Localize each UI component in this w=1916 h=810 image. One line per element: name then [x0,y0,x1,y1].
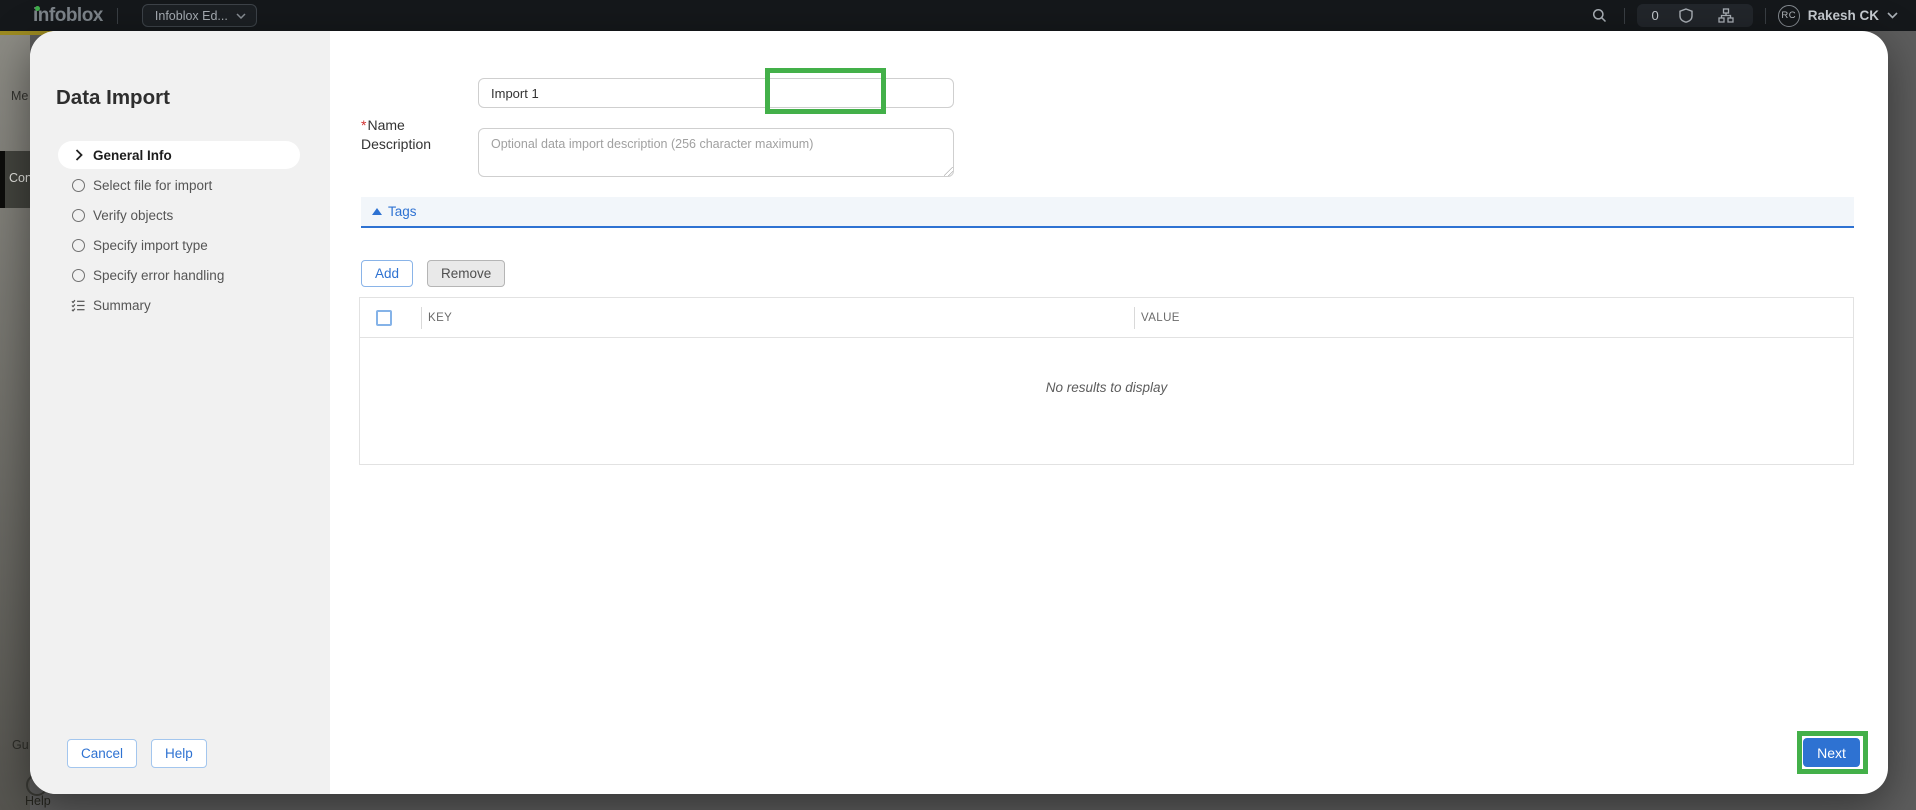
list-check-icon [71,298,85,312]
network-topology-icon[interactable] [1713,5,1739,27]
required-marker: * [361,117,366,133]
tags-section-toggle[interactable]: Tags [361,197,1854,228]
column-header-value: VALUE [1141,312,1180,324]
cancel-button[interactable]: Cancel [67,739,137,768]
chevron-down-icon [1887,12,1898,19]
step-label: Specify import type [93,238,208,253]
background-nav-label: Con [9,171,32,185]
step-label: Select file for import [93,178,212,193]
column-divider [1134,307,1135,329]
help-button[interactable]: Help [151,739,207,768]
description-input[interactable] [478,128,954,177]
app-selector-dropdown[interactable]: Infoblox Ed... [142,4,257,27]
step-circle-icon [71,238,85,252]
step-label: Specify error handling [93,268,224,283]
background-nav-label: Me [11,89,28,103]
dialog-left-actions: Cancel Help [67,739,207,768]
background-nav-label: Gu [12,738,29,752]
logo-text: infoblox [33,5,103,26]
tags-actions: Add Remove [361,260,505,287]
tags-section-label: Tags [388,204,417,219]
background-help-label: Help [25,794,51,808]
screen: infoblox Infoblox Ed... 0 RC [0,0,1916,810]
step-circle-icon [71,178,85,192]
tags-table-body: No results to display [360,338,1853,465]
topbar-divider [1765,8,1766,24]
user-menu[interactable]: RC Rakesh CK [1778,5,1898,27]
select-all-checkbox[interactable] [376,310,392,326]
notification-count-badge[interactable]: 0 [1651,8,1658,23]
wizard-panel: Data Import General Info Select file for… [30,31,330,794]
description-label: Description [361,136,431,152]
logo-green-dot [35,6,40,11]
step-label: Summary [93,298,151,313]
column-header-key: KEY [428,312,452,324]
search-icon[interactable] [1586,5,1612,27]
name-input[interactable] [478,78,954,108]
step-verify-objects[interactable]: Verify objects [30,200,330,230]
shield-icon[interactable] [1673,5,1699,27]
app-selector-value: Infoblox Ed... [155,9,228,23]
step-summary[interactable]: Summary [30,290,330,320]
step-general-info[interactable]: General Info [30,141,330,169]
tags-table-header: KEY VALUE [360,298,1853,338]
step-label: Verify objects [93,208,173,223]
step-circle-icon [71,268,85,282]
topbar: infoblox Infoblox Ed... 0 RC [0,0,1916,31]
name-label: *Name [361,117,405,133]
step-error-handling[interactable]: Specify error handling [30,260,330,290]
data-import-dialog: Data Import General Info Select file for… [30,31,1888,794]
dialog-title: Data Import [56,86,170,110]
tags-table: KEY VALUE No results to display [359,297,1854,465]
add-tag-button[interactable]: Add [361,260,413,287]
column-divider [421,307,422,329]
remove-tag-button[interactable]: Remove [427,260,505,287]
chevron-down-icon [236,13,246,19]
topbar-divider [1624,8,1625,24]
user-name: Rakesh CK [1808,8,1879,23]
collapse-triangle-icon [372,208,382,215]
topbar-divider [117,8,118,24]
general-info-form: *Name Description Tags Add Remove KEY [330,31,1888,794]
step-label: General Info [93,148,172,163]
avatar: RC [1778,5,1800,27]
empty-table-message: No results to display [360,380,1853,395]
chevron-right-icon [72,148,86,162]
infoblox-logo: infoblox [33,5,103,27]
next-button[interactable]: Next [1803,738,1860,767]
wizard-steps: General Info Select file for import Veri… [30,140,330,320]
background-left-nav: Con [0,35,30,810]
step-select-file[interactable]: Select file for import [30,170,330,200]
step-circle-icon [71,208,85,222]
background-nav-selected-item: Con [0,151,30,208]
status-icon-group: 0 [1637,4,1752,27]
topbar-right-group: 0 RC Rakesh CK [1586,4,1898,27]
step-import-type[interactable]: Specify import type [30,230,330,260]
